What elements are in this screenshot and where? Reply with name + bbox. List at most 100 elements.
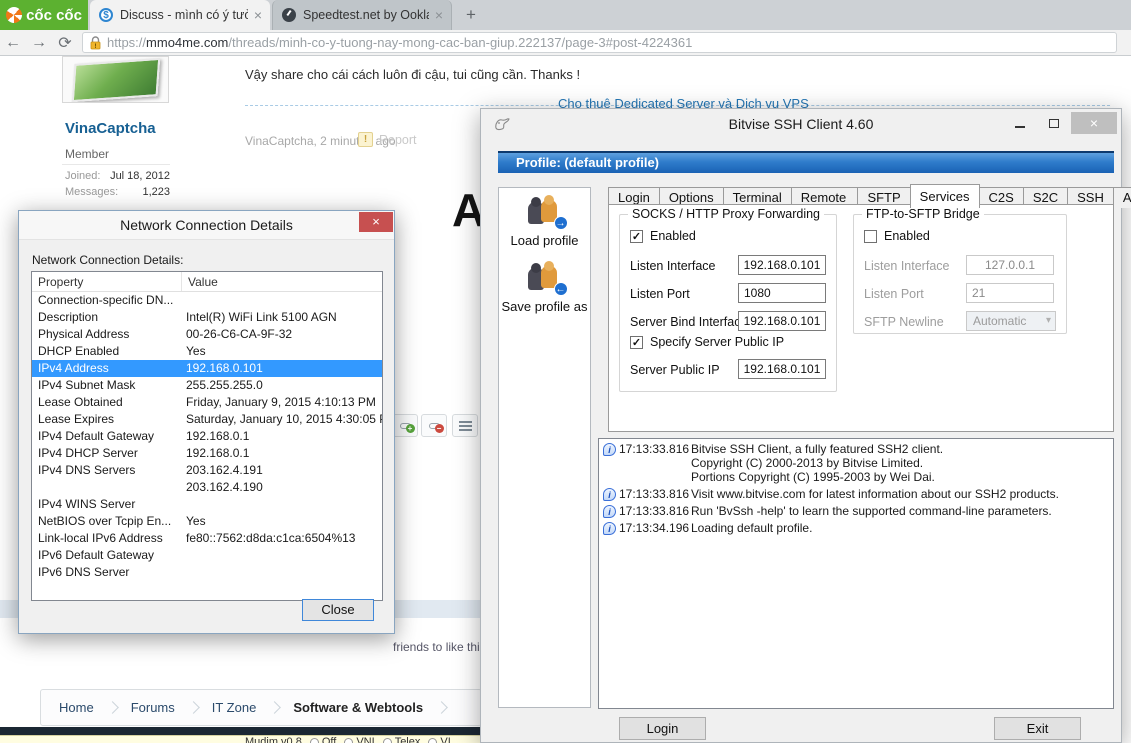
- server-bind-field[interactable]: [738, 311, 826, 331]
- checkbox-unchecked-icon[interactable]: [864, 229, 877, 243]
- avatar[interactable]: [62, 56, 169, 103]
- bitvise-tab[interactable]: Services: [909, 184, 980, 208]
- property-column-header[interactable]: Property: [32, 272, 182, 291]
- breadcrumb-label[interactable]: IT Zone: [212, 700, 257, 715]
- security-warning-lock-icon[interactable]: !: [89, 35, 102, 50]
- coccoc-logo[interactable]: cốc cốc: [0, 0, 88, 30]
- link-remove-icon: −: [428, 422, 444, 433]
- value-cell: 203.162.4.191: [186, 463, 263, 477]
- insert-link-button[interactable]: +: [392, 414, 418, 437]
- property-cell: Physical Address: [38, 327, 130, 341]
- specify-public-ip-checkbox[interactable]: ✓ Specify Server Public IP: [630, 335, 784, 349]
- network-details-row[interactable]: Link-local IPv6 Address fe80::7562:d8da:…: [32, 530, 382, 547]
- load-profile-button[interactable]: → Load profile: [499, 195, 590, 248]
- property-cell: Description: [38, 310, 99, 324]
- network-details-row[interactable]: IPv4 DHCP Server 192.168.0.1: [32, 445, 382, 462]
- ftp-enabled-checkbox[interactable]: Enabled: [864, 229, 930, 243]
- breadcrumb-label[interactable]: Software & Webtools: [293, 700, 423, 715]
- network-details-row[interactable]: Lease Expires Saturday, January 10, 2015…: [32, 411, 382, 428]
- info-icon: i: [603, 443, 616, 456]
- network-details-row[interactable]: Physical Address 00-26-C6-CA-9F-32: [32, 326, 382, 343]
- checkbox-checked-icon[interactable]: ✓: [630, 335, 643, 349]
- listen-port-field[interactable]: [738, 283, 826, 303]
- network-details-row[interactable]: Lease Obtained Friday, January 9, 2015 4…: [32, 394, 382, 411]
- exit-button[interactable]: Exit: [994, 717, 1081, 740]
- sftp-newline-label: SFTP Newline: [864, 315, 944, 329]
- network-details-row[interactable]: Connection-specific DN...: [32, 292, 382, 309]
- bitvise-tab[interactable]: About: [1112, 187, 1131, 208]
- property-cell: IPv4 WINS Server: [38, 497, 136, 511]
- report-control[interactable]: ! Report: [358, 132, 417, 147]
- radio-icon[interactable]: [428, 738, 438, 743]
- tab-close-icon[interactable]: ×: [254, 7, 262, 23]
- breadcrumb-label[interactable]: Home: [59, 700, 94, 715]
- breadcrumb-item[interactable]: Home: [59, 700, 131, 715]
- mudim-option[interactable]: VI: [428, 736, 451, 743]
- browser-toolbar: ← → ⟳ ! https://mmo4me.com/threads/minh-…: [0, 30, 1131, 56]
- tab-speedtest[interactable]: Speedtest.net by Ookla - T ×: [272, 0, 452, 30]
- network-details-row[interactable]: IPv4 WINS Server: [32, 496, 382, 513]
- network-details-row[interactable]: IPv4 DNS Servers 203.162.4.191: [32, 462, 382, 479]
- close-window-button[interactable]: ×: [1071, 112, 1117, 134]
- remove-link-button[interactable]: −: [421, 414, 447, 437]
- chevron-right-icon: [268, 701, 282, 714]
- url-path: /threads/minh-co-y-tuong-nay-mong-cac-ba…: [228, 35, 693, 50]
- save-profile-button[interactable]: ← Save profile as: [499, 261, 590, 314]
- value-column-header[interactable]: Value: [182, 272, 224, 291]
- friends-text-snippet: friends to like thi: [393, 640, 480, 654]
- mudim-option[interactable]: VNI: [344, 736, 375, 743]
- network-details-row[interactable]: IPv4 Subnet Mask 255.255.255.0: [32, 377, 382, 394]
- network-details-list[interactable]: Property Value Connection-specific DN...…: [31, 271, 383, 601]
- breadcrumb-item[interactable]: IT Zone: [212, 700, 294, 715]
- radio-icon[interactable]: [344, 738, 354, 743]
- breadcrumb-item[interactable]: Software & Webtools: [293, 700, 460, 715]
- property-cell: NetBIOS over Tcpip En...: [38, 514, 172, 528]
- footer-dark-bar: [0, 727, 481, 735]
- back-button[interactable]: ←: [0, 34, 26, 52]
- login-button[interactable]: Login: [619, 717, 706, 740]
- value-cell: 192.168.0.1: [186, 446, 250, 460]
- author-username[interactable]: VinaCaptcha: [65, 120, 156, 137]
- align-left-button[interactable]: [452, 414, 478, 437]
- maximize-button[interactable]: [1037, 118, 1071, 128]
- network-details-row[interactable]: 203.162.4.190: [32, 479, 382, 496]
- value-cell: 00-26-C6-CA-9F-32: [186, 327, 293, 341]
- log-entry: i 17:13:33.816 Run 'BvSsh -help' to lear…: [603, 504, 1109, 518]
- tab-close-icon[interactable]: ×: [435, 7, 443, 23]
- log-timestamp: 17:13:33.816: [619, 487, 690, 501]
- network-details-row[interactable]: DHCP Enabled Yes: [32, 343, 382, 360]
- minimize-button[interactable]: [1003, 116, 1037, 131]
- network-details-row[interactable]: Description Intel(R) WiFi Link 5100 AGN: [32, 309, 382, 326]
- mudim-option[interactable]: Telex: [382, 736, 420, 743]
- breadcrumb-label[interactable]: Forums: [131, 700, 175, 715]
- tab-label: Discuss - mình có ý tưởng: [120, 8, 248, 22]
- tab-discuss[interactable]: $ Discuss - mình có ý tưởng ×: [90, 0, 270, 30]
- network-details-row[interactable]: NetBIOS over Tcpip En... Yes: [32, 513, 382, 530]
- breadcrumb-item[interactable]: Forums: [131, 700, 212, 715]
- close-button[interactable]: Close: [302, 599, 374, 621]
- dialog-title: Network Connection Details: [19, 211, 394, 240]
- radio-icon[interactable]: [309, 738, 319, 743]
- mudim-option[interactable]: Off: [309, 736, 336, 743]
- reload-button[interactable]: ⟳: [52, 33, 78, 53]
- network-details-row[interactable]: IPv6 DNS Server: [32, 564, 382, 581]
- services-tab-panel: SOCKS / HTTP Proxy Forwarding ✓ Enabled …: [608, 204, 1114, 432]
- log-entry: i 17:13:33.816 Bitvise SSH Client, a ful…: [603, 442, 1109, 484]
- new-tab-button[interactable]: +: [458, 4, 484, 26]
- forward-button[interactable]: →: [26, 34, 52, 52]
- minimize-icon: [1015, 125, 1025, 128]
- socks-enabled-checkbox[interactable]: ✓ Enabled: [630, 229, 696, 243]
- log-area[interactable]: i 17:13:33.816 Bitvise SSH Client, a ful…: [598, 438, 1114, 709]
- radio-icon[interactable]: [382, 738, 392, 743]
- url-bar[interactable]: ! https://mmo4me.com/threads/minh-co-y-t…: [82, 32, 1117, 53]
- listen-interface-field[interactable]: [738, 255, 826, 275]
- network-details-row[interactable]: IPv6 Default Gateway: [32, 547, 382, 564]
- server-public-ip-field[interactable]: [738, 359, 826, 379]
- bitvise-title-bar[interactable]: Bitvise SSH Client 4.60 ×: [481, 109, 1121, 139]
- network-details-row[interactable]: IPv4 Address 192.168.0.101: [32, 360, 382, 377]
- log-message: Run 'BvSsh -help' to learn the supported…: [691, 504, 1052, 518]
- checkbox-checked-icon[interactable]: ✓: [630, 229, 643, 243]
- network-details-row[interactable]: IPv4 Default Gateway 192.168.0.1: [32, 428, 382, 445]
- dialog-close-button[interactable]: ×: [359, 212, 393, 232]
- value-cell: [182, 547, 382, 564]
